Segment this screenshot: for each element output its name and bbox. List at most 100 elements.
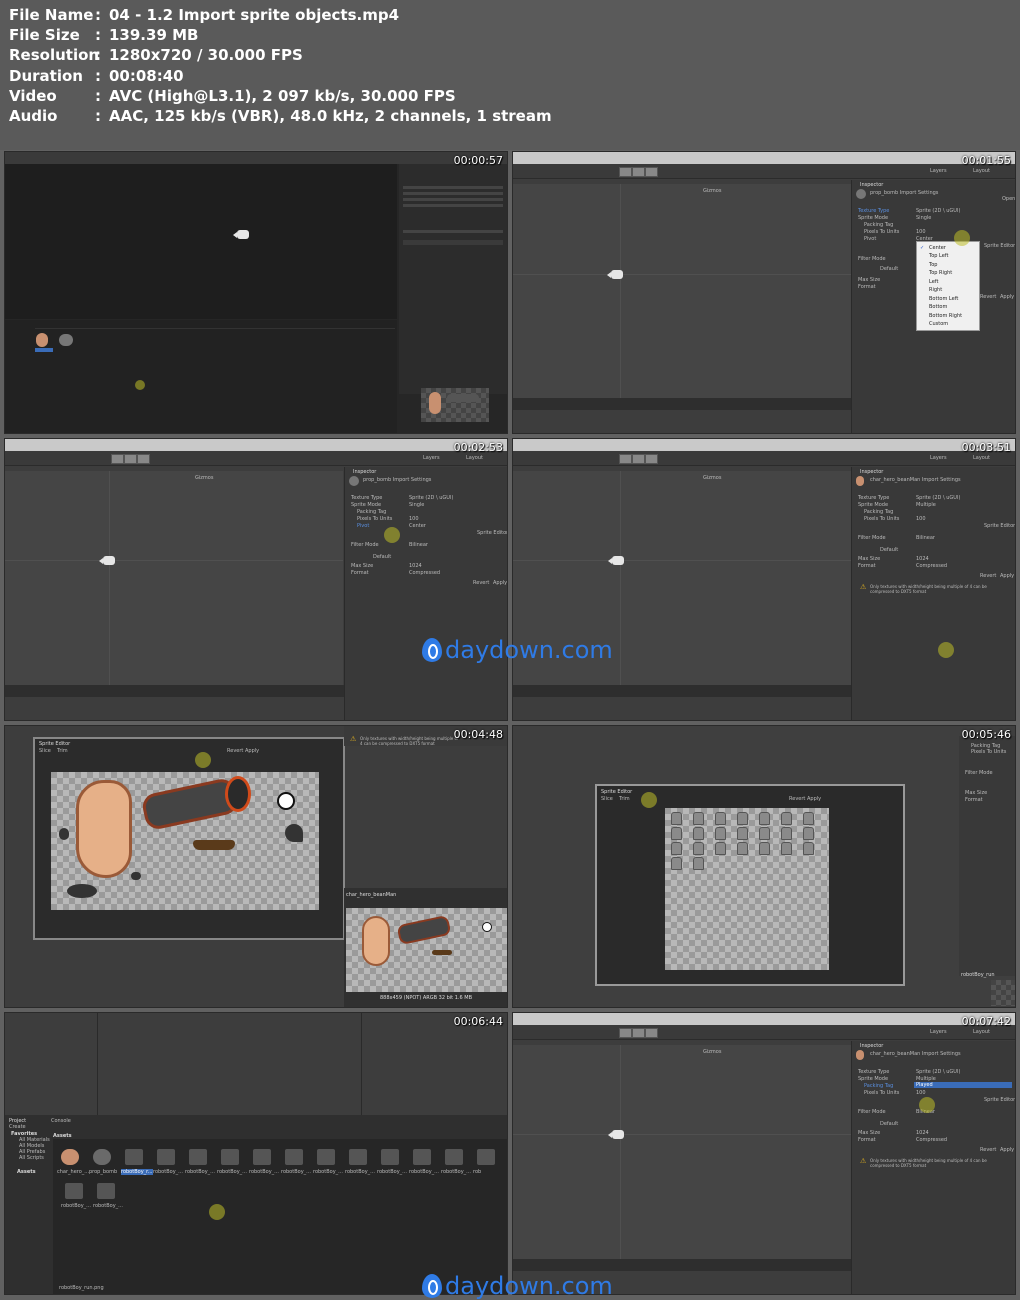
asset-thumbnail[interactable] bbox=[157, 1149, 175, 1165]
asset-thumbnail[interactable] bbox=[61, 1149, 79, 1165]
open-button[interactable]: Open bbox=[1002, 196, 1015, 202]
sprite-editor-button[interactable]: Sprite Editor bbox=[477, 530, 507, 536]
sprite-mode-value[interactable]: Multiple bbox=[916, 502, 936, 508]
layout-dropdown[interactable]: Layout bbox=[973, 168, 990, 174]
pivot-dropdown-menu[interactable]: ✓ Center Top Left Top Top Right Left Rig… bbox=[916, 241, 980, 331]
asset-thumbnail[interactable] bbox=[445, 1149, 463, 1165]
asset-thumbnail[interactable] bbox=[317, 1149, 335, 1165]
format-value[interactable]: Compressed bbox=[916, 1137, 947, 1143]
revert-button[interactable]: Revert bbox=[227, 748, 243, 754]
thumbnail-8[interactable]: Layers Layout Gizmos Inspector char_hero… bbox=[512, 1012, 1016, 1295]
apply-button[interactable]: Apply bbox=[493, 580, 507, 586]
asset-thumbnail[interactable] bbox=[413, 1149, 431, 1165]
pivot-option[interactable]: Bottom Right bbox=[929, 313, 962, 319]
sprite-canvas[interactable] bbox=[665, 808, 829, 970]
asset-thumbnail[interactable] bbox=[97, 1183, 115, 1199]
max-size-value[interactable]: 1024 bbox=[916, 556, 929, 562]
asset-label[interactable]: robotBoy_... bbox=[409, 1169, 439, 1175]
layers-dropdown[interactable]: Layers bbox=[423, 455, 440, 461]
assets-tree-item[interactable]: Assets bbox=[17, 1169, 36, 1175]
ptu-value[interactable]: 100 bbox=[916, 229, 926, 235]
asset-label[interactable]: robotBoy_... bbox=[441, 1169, 471, 1175]
sprite-editor-button[interactable]: Sprite Editor bbox=[984, 1097, 1015, 1103]
asset-thumbnail[interactable] bbox=[93, 1149, 111, 1165]
ptu-value[interactable]: 100 bbox=[916, 516, 926, 522]
layout-dropdown[interactable]: Layout bbox=[973, 1029, 990, 1035]
default-tab[interactable]: Default bbox=[373, 554, 391, 560]
revert-button[interactable]: Revert bbox=[980, 573, 996, 579]
default-tab[interactable]: Default bbox=[880, 266, 898, 272]
tab-console[interactable]: Console bbox=[51, 1118, 71, 1124]
apply-button[interactable]: Apply bbox=[1000, 1147, 1014, 1153]
default-tab[interactable]: Default bbox=[880, 1121, 898, 1127]
asset-thumbnail[interactable] bbox=[285, 1149, 303, 1165]
asset-label[interactable]: prop_bomb bbox=[89, 1169, 117, 1175]
asset-thumbnail[interactable] bbox=[125, 1149, 143, 1165]
pivot-option[interactable]: Custom bbox=[929, 321, 948, 327]
texture-type-value[interactable]: Sprite (2D \ uGUI) bbox=[916, 495, 960, 501]
asset-label[interactable]: char_hero_... bbox=[57, 1169, 89, 1175]
pivot-option[interactable]: Left bbox=[929, 279, 938, 285]
layout-dropdown[interactable]: Layout bbox=[973, 455, 990, 461]
create-button[interactable]: Create bbox=[9, 1124, 26, 1130]
asset-label[interactable]: robotBoy_... bbox=[61, 1203, 91, 1209]
thumbnail-1[interactable]: 00:00:57 bbox=[4, 151, 508, 434]
apply-button[interactable]: Apply bbox=[1000, 294, 1014, 300]
slice-button[interactable]: Slice bbox=[39, 748, 51, 754]
sprite-mode-value[interactable]: Single bbox=[916, 215, 931, 221]
all-scripts[interactable]: All Scripts bbox=[19, 1155, 44, 1161]
texture-type-value[interactable]: Sprite (2D \ uGUI) bbox=[916, 208, 960, 214]
ptu-value[interactable]: 100 bbox=[409, 516, 419, 522]
thumbnail-3[interactable]: Layers Layout Gizmos Inspector prop_bomb… bbox=[4, 438, 508, 721]
asset-label[interactable]: robotBoy_... bbox=[281, 1169, 311, 1175]
revert-button[interactable]: Revert bbox=[980, 294, 996, 300]
asset-label[interactable]: robotBoy_r... bbox=[121, 1169, 153, 1175]
sprite-editor-window[interactable]: Sprite Editor Slice Trim Revert Apply bbox=[33, 737, 345, 940]
asset-thumbnail[interactable] bbox=[221, 1149, 239, 1165]
max-size-value[interactable]: 1024 bbox=[409, 563, 422, 569]
pivot-option[interactable]: Top Right bbox=[929, 270, 952, 276]
asset-label[interactable]: robotBoy_... bbox=[377, 1169, 407, 1175]
asset-label[interactable]: robotBoy_... bbox=[249, 1169, 279, 1175]
asset-thumbnail[interactable] bbox=[189, 1149, 207, 1165]
step-icon[interactable] bbox=[645, 167, 658, 177]
asset-thumbnail[interactable] bbox=[253, 1149, 271, 1165]
asset-thumbnail[interactable] bbox=[381, 1149, 399, 1165]
thumbnail-6[interactable]: Packing Tag Pixels To Units Filter Mode … bbox=[512, 725, 1016, 1008]
format-value[interactable]: Compressed bbox=[409, 570, 440, 576]
pivot-option[interactable]: Bottom Left bbox=[929, 296, 958, 302]
texture-type-value[interactable]: Sprite (2D \ uGUI) bbox=[916, 1069, 960, 1075]
texture-type-value[interactable]: Sprite (2D \ uGUI) bbox=[409, 495, 453, 501]
max-size-value[interactable]: 1024 bbox=[916, 1130, 929, 1136]
pause-icon[interactable] bbox=[632, 454, 645, 464]
asset-label[interactable]: robotBoy_... bbox=[217, 1169, 247, 1175]
step-icon[interactable] bbox=[137, 454, 150, 464]
pivot-option[interactable]: Top Left bbox=[929, 253, 948, 259]
asset-thumbnail[interactable] bbox=[65, 1183, 83, 1199]
asset-label[interactable]: robotBoy_... bbox=[185, 1169, 215, 1175]
step-icon[interactable] bbox=[645, 454, 658, 464]
packing-tag-field[interactable]: Played bbox=[914, 1082, 1012, 1088]
asset-label[interactable]: robotBoy_... bbox=[93, 1203, 123, 1209]
slice-button[interactable]: Slice bbox=[601, 796, 613, 802]
thumbnail-4[interactable]: Layers Layout Gizmos Inspector char_hero… bbox=[512, 438, 1016, 721]
asset-label[interactable]: robotBoy_... bbox=[153, 1169, 183, 1175]
thumbnail-7[interactable]: Project Console Create Favorites All Mat… bbox=[4, 1012, 508, 1295]
asset-label[interactable]: robotBoy_... bbox=[313, 1169, 343, 1175]
pivot-option[interactable]: Bottom bbox=[929, 304, 947, 310]
play-icon[interactable] bbox=[111, 454, 124, 464]
pause-icon[interactable] bbox=[632, 167, 645, 177]
play-icon[interactable] bbox=[619, 1028, 632, 1038]
layers-dropdown[interactable]: Layers bbox=[930, 455, 947, 461]
pivot-value[interactable]: Center bbox=[409, 523, 426, 529]
apply-button[interactable]: Apply bbox=[807, 796, 821, 802]
pivot-option[interactable]: Top bbox=[929, 262, 937, 268]
pivot-option[interactable]: Center bbox=[929, 245, 946, 251]
ptu-value[interactable]: 100 bbox=[916, 1090, 926, 1096]
layers-dropdown[interactable]: Layers bbox=[930, 168, 947, 174]
asset-thumbnail[interactable] bbox=[477, 1149, 495, 1165]
asset-label[interactable]: robotBoy_... bbox=[345, 1169, 375, 1175]
layers-dropdown[interactable]: Layers bbox=[930, 1029, 947, 1035]
layout-dropdown[interactable]: Layout bbox=[466, 455, 483, 461]
trim-button[interactable]: Trim bbox=[619, 796, 630, 802]
